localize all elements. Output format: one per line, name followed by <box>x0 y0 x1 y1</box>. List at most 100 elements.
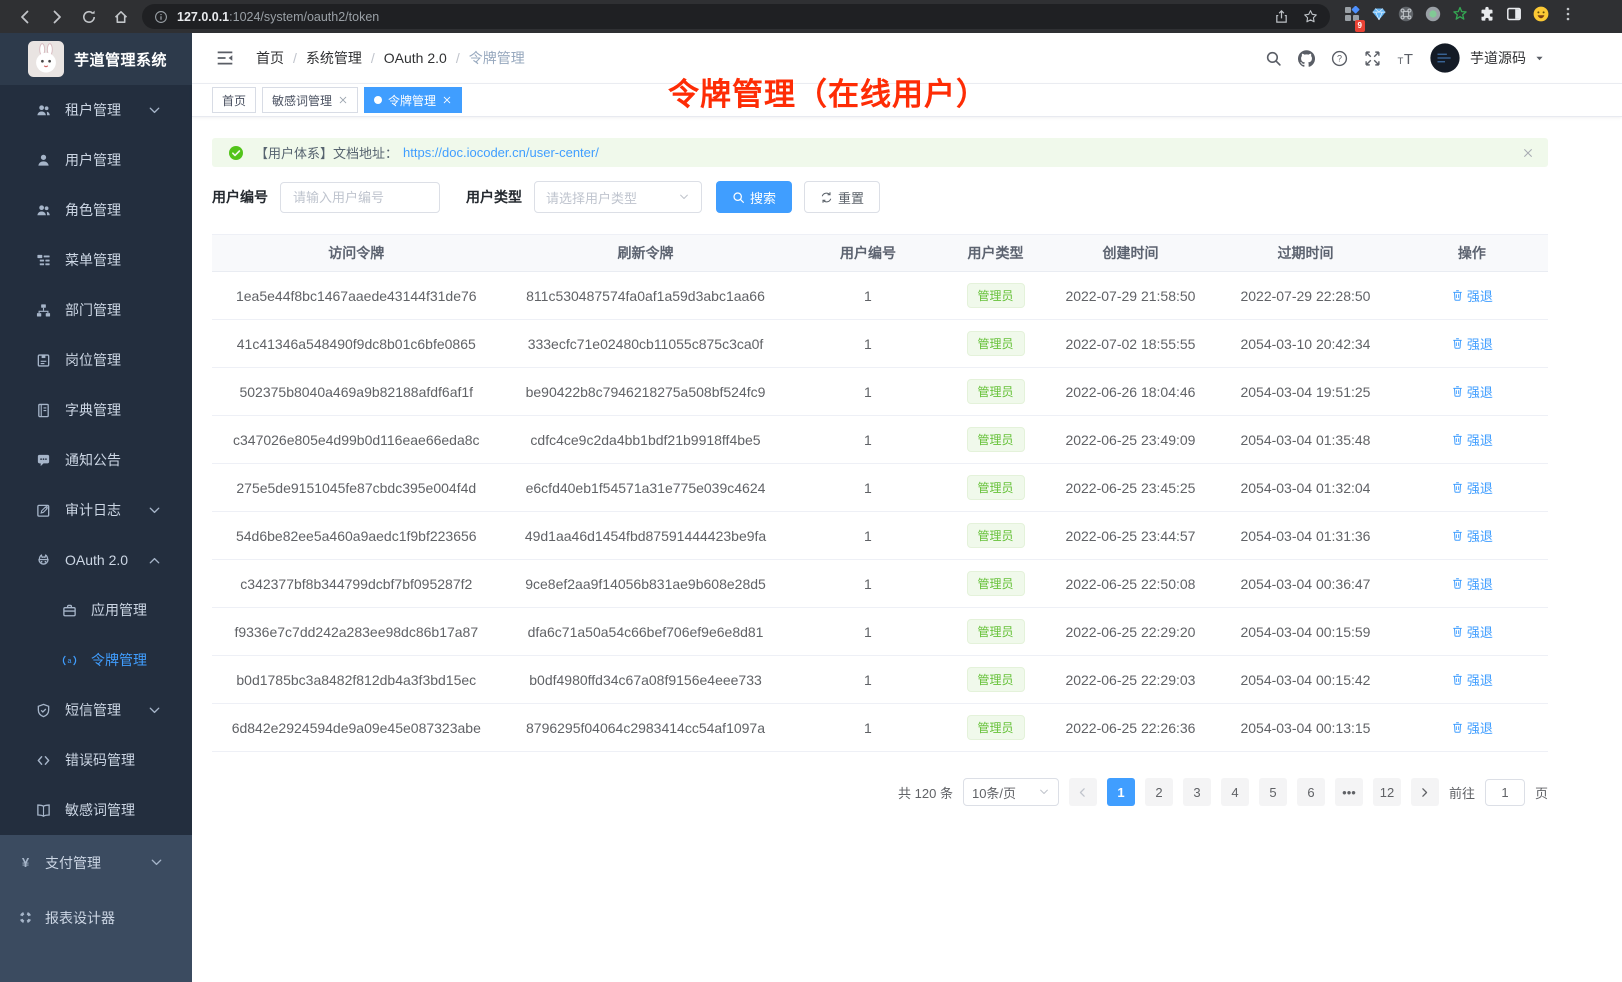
fullscreen-icon[interactable] <box>1364 50 1381 67</box>
pager-ellipsis[interactable]: ••• <box>1335 778 1363 806</box>
breadcrumb-item: 令牌管理 <box>469 48 525 68</box>
sidebar-item-tenant[interactable]: 租户管理 <box>0 85 192 135</box>
extensions-grid-icon[interactable]: 9 <box>1344 6 1360 27</box>
sidebar-item-dept[interactable]: 部门管理 <box>0 285 192 335</box>
breadcrumb-item[interactable]: OAuth 2.0 <box>384 50 447 66</box>
tab-home[interactable]: 首页 <box>212 87 256 113</box>
user-type-cell: 管理员 <box>945 272 1045 320</box>
user-type-cell: 管理员 <box>945 704 1045 752</box>
breadcrumb: 首页/系统管理/OAuth 2.0/令牌管理 <box>256 48 525 68</box>
rabbit-logo-icon <box>28 41 64 77</box>
breadcrumb-separator: / <box>371 50 375 66</box>
site-info-icon[interactable] <box>154 10 168 24</box>
forward-icon[interactable] <box>42 7 72 27</box>
expire-time-cell: 2054-03-04 01:31:36 <box>1215 512 1395 560</box>
url-bar[interactable]: 127.0.0.1 :1024/system/oauth2/token <box>142 4 1330 29</box>
table-row: b0d1785bc3a8482f812db4a3f3bd15ecb0df4980… <box>212 656 1548 704</box>
goto-page-input[interactable] <box>1485 779 1525 806</box>
page-button-6[interactable]: 6 <box>1297 778 1325 806</box>
trash-icon <box>1451 337 1464 350</box>
tab-token[interactable]: 令牌管理 <box>364 87 462 113</box>
user-id-input[interactable] <box>280 182 440 213</box>
page-button-12[interactable]: 12 <box>1373 778 1401 806</box>
font-size-icon[interactable]: TT <box>1397 50 1414 67</box>
tab-panel-icon[interactable] <box>1506 6 1522 27</box>
close-icon[interactable] <box>338 95 348 105</box>
share-icon[interactable] <box>1274 9 1289 24</box>
refresh-icon[interactable] <box>74 7 104 27</box>
back-icon[interactable] <box>10 7 40 27</box>
sidebar-item-post[interactable]: 岗位管理 <box>0 335 192 385</box>
green-dot-circle-icon[interactable] <box>1425 6 1441 27</box>
next-page-button[interactable] <box>1411 778 1439 806</box>
sidebar: 芋道管理系统 租户管理用户管理角色管理菜单管理部门管理岗位管理字典管理通知公告审… <box>0 33 192 982</box>
user-id-cell: 1 <box>790 704 945 752</box>
force-logout-button[interactable]: 强退 <box>1451 622 1493 641</box>
kebab-menu-icon[interactable] <box>1560 6 1576 27</box>
reset-button[interactable]: 重置 <box>804 181 880 213</box>
github-icon[interactable] <box>1298 50 1315 67</box>
sidebar-item-sms[interactable]: 短信管理 <box>0 685 192 735</box>
username[interactable]: 芋道源码 <box>1470 48 1526 68</box>
sms-shield-icon <box>36 703 51 718</box>
sidebar-item-error-code[interactable]: 错误码管理 <box>0 735 192 785</box>
force-logout-button[interactable]: 强退 <box>1451 526 1493 545</box>
force-logout-button[interactable]: 强退 <box>1451 430 1493 449</box>
gem-icon <box>1371 6 1387 22</box>
tab-sensitive-word[interactable]: 敏感词管理 <box>262 87 358 113</box>
user-type-select[interactable]: 请选择用户类型 <box>534 181 702 213</box>
close-icon[interactable] <box>442 95 452 105</box>
search-icon[interactable] <box>1265 50 1282 67</box>
page-button-4[interactable]: 4 <box>1221 778 1249 806</box>
sidebar-item-menu[interactable]: 菜单管理 <box>0 235 192 285</box>
force-logout-button[interactable]: 强退 <box>1451 286 1493 305</box>
sidebar-item-dict[interactable]: 字典管理 <box>0 385 192 435</box>
table-row: 6d842e2924594de9a09e45e087323abe8796295f… <box>212 704 1548 752</box>
alert-close-icon[interactable] <box>1522 147 1534 159</box>
breadcrumb-item[interactable]: 系统管理 <box>306 48 362 68</box>
search-button[interactable]: 搜索 <box>716 181 792 213</box>
page-button-5[interactable]: 5 <box>1259 778 1287 806</box>
force-logout-button[interactable]: 强退 <box>1451 670 1493 689</box>
star-icon[interactable] <box>1303 9 1318 24</box>
page-size-select[interactable]: 10条/页 <box>963 778 1059 806</box>
prev-page-button[interactable] <box>1069 778 1097 806</box>
force-logout-button[interactable]: 强退 <box>1451 382 1493 401</box>
access-token-cell: 275e5de9151045fe87cbdc395e004f4d <box>212 464 501 512</box>
force-logout-button[interactable]: 强退 <box>1451 334 1493 353</box>
sidebar-item-pay[interactable]: ¥支付管理 <box>0 835 192 890</box>
force-logout-button[interactable]: 强退 <box>1451 718 1493 737</box>
user-type-cell: 管理员 <box>945 656 1045 704</box>
force-logout-button[interactable]: 强退 <box>1451 478 1493 497</box>
column-header: 创建时间 <box>1046 235 1216 272</box>
force-logout-button[interactable]: 强退 <box>1451 574 1493 593</box>
alert-link[interactable]: https://doc.iocoder.cn/user-center/ <box>403 145 599 160</box>
caret-down-icon[interactable] <box>1534 53 1545 64</box>
sidebar-collapse-icon[interactable] <box>216 49 234 67</box>
sidebar-item-user[interactable]: 用户管理 <box>0 135 192 185</box>
page-button-3[interactable]: 3 <box>1183 778 1211 806</box>
sidebar-item-report-designer[interactable]: 报表设计器 <box>0 890 192 945</box>
gem-icon[interactable] <box>1371 6 1387 27</box>
sidebar-item-notice[interactable]: 通知公告 <box>0 435 192 485</box>
sidebar-item-audit-log[interactable]: 审计日志 <box>0 485 192 535</box>
breadcrumb-item[interactable]: 首页 <box>256 48 284 68</box>
green-star-icon[interactable] <box>1452 6 1468 27</box>
app-logo[interactable]: 芋道管理系统 <box>0 33 192 85</box>
puzzle-icon[interactable] <box>1479 6 1495 27</box>
sidebar-item-sensitive-word[interactable]: 敏感词管理 <box>0 785 192 835</box>
sidebar-item-oauth2[interactable]: OAuth 2.0 <box>0 535 192 585</box>
svg-text:T: T <box>1404 52 1413 67</box>
page-button-2[interactable]: 2 <box>1145 778 1173 806</box>
emoji-avatar-icon[interactable] <box>1533 6 1549 27</box>
help-icon[interactable]: ? <box>1331 50 1348 67</box>
sidebar-item-oauth2-app[interactable]: 应用管理 <box>0 585 192 635</box>
dict-book-icon <box>36 403 51 418</box>
sidebar-item-oauth2-token[interactable]: a令牌管理 <box>0 635 192 685</box>
page-button-1[interactable]: 1 <box>1107 778 1135 806</box>
home-icon[interactable] <box>106 7 136 27</box>
sidebar-item-role[interactable]: 角色管理 <box>0 185 192 235</box>
browser-extensions: 9 <box>1344 6 1576 27</box>
command-circle-icon[interactable] <box>1398 6 1414 27</box>
avatar-icon[interactable] <box>1430 43 1460 73</box>
